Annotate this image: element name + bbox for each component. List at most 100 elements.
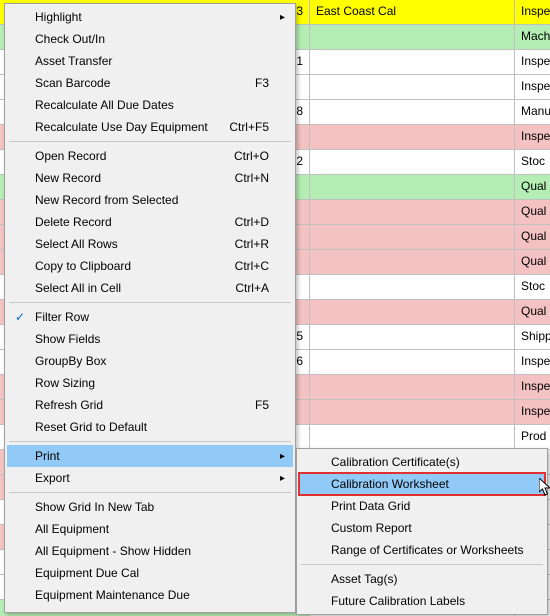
menu-item-label: Open Record xyxy=(35,149,234,163)
menu-item-highlight[interactable]: Highlight xyxy=(7,6,293,28)
grid-cell[interactable]: Inspe xyxy=(515,0,550,24)
grid-cell[interactable] xyxy=(310,425,515,449)
grid-cell[interactable] xyxy=(310,275,515,299)
menu-item-row-sizing[interactable]: Row Sizing xyxy=(7,372,293,394)
menu-item-all-equipment-show-hidden[interactable]: All Equipment - Show Hidden xyxy=(7,540,293,562)
menu-item-label: Check Out/In xyxy=(35,32,269,46)
grid-cell[interactable] xyxy=(310,175,515,199)
menu-separator xyxy=(9,492,291,493)
grid-cell[interactable] xyxy=(310,125,515,149)
menu-item-label: Show Grid In New Tab xyxy=(35,500,269,514)
menu-item-recalculate-all-due-dates[interactable]: Recalculate All Due Dates xyxy=(7,94,293,116)
menu-item-label: Print Data Grid xyxy=(331,499,521,513)
grid-cell[interactable] xyxy=(310,75,515,99)
menu-item-open-record[interactable]: Open RecordCtrl+O xyxy=(7,145,293,167)
submenu-item-calibration-certificate-s[interactable]: Calibration Certificate(s) xyxy=(299,451,545,473)
menu-item-groupby-box[interactable]: GroupBy Box xyxy=(7,350,293,372)
menu-item-scan-barcode[interactable]: Scan BarcodeF3 xyxy=(7,72,293,94)
grid-cell[interactable]: East Coast Cal xyxy=(310,0,515,24)
menu-separator xyxy=(9,141,291,142)
menu-item-asset-transfer[interactable]: Asset Transfer xyxy=(7,50,293,72)
grid-cell[interactable] xyxy=(310,350,515,374)
grid-cell[interactable] xyxy=(310,25,515,49)
menu-item-label: Refresh Grid xyxy=(35,398,255,412)
menu-item-label: Asset Tag(s) xyxy=(331,572,521,586)
grid-cell[interactable] xyxy=(310,300,515,324)
menu-item-label: Asset Transfer xyxy=(35,54,269,68)
menu-item-label: Calibration Certificate(s) xyxy=(331,455,521,469)
menu-item-label: All Equipment xyxy=(35,522,269,536)
submenu-item-custom-report[interactable]: Custom Report xyxy=(299,517,545,539)
menu-item-delete-record[interactable]: Delete RecordCtrl+D xyxy=(7,211,293,233)
grid-cell[interactable]: Inspe xyxy=(515,375,550,399)
menu-item-label: Filter Row xyxy=(35,310,269,324)
menu-item-all-equipment[interactable]: All Equipment xyxy=(7,518,293,540)
grid-cell[interactable]: Inspe xyxy=(515,75,550,99)
menu-item-label: Scan Barcode xyxy=(35,76,255,90)
menu-item-label: Copy to Clipboard xyxy=(35,259,235,273)
menu-item-label: Range of Certificates or Worksheets xyxy=(331,543,524,557)
grid-cell[interactable]: Qual xyxy=(515,175,550,199)
menu-item-refresh-grid[interactable]: Refresh GridF5 xyxy=(7,394,293,416)
grid-cell[interactable]: Qual xyxy=(515,200,550,224)
menu-item-equipment-maintenance-due[interactable]: Equipment Maintenance Due xyxy=(7,584,293,606)
grid-cell[interactable] xyxy=(310,225,515,249)
grid-cell[interactable]: Prod xyxy=(515,425,550,449)
menu-item-recalculate-use-day-equipment[interactable]: Recalculate Use Day EquipmentCtrl+F5 xyxy=(7,116,293,138)
grid-cell[interactable] xyxy=(310,150,515,174)
submenu-item-asset-tag-s[interactable]: Asset Tag(s) xyxy=(299,568,545,590)
grid-cell[interactable] xyxy=(310,200,515,224)
grid-cell[interactable] xyxy=(310,50,515,74)
grid-cell[interactable]: Inspe xyxy=(515,350,550,374)
grid-cell[interactable]: Manu xyxy=(515,100,550,124)
menu-item-label: Print xyxy=(35,449,269,463)
menu-item-accelerator: Ctrl+N xyxy=(235,171,269,185)
grid-cell[interactable]: Inspe xyxy=(515,125,550,149)
grid-cell[interactable] xyxy=(310,100,515,124)
grid-cell[interactable]: Stoc xyxy=(515,275,550,299)
submenu-item-future-calibration-labels[interactable]: Future Calibration Labels xyxy=(299,590,545,612)
menu-item-label: Reset Grid to Default xyxy=(35,420,269,434)
menu-item-export[interactable]: Export xyxy=(7,467,293,489)
grid-cell[interactable] xyxy=(310,250,515,274)
grid-cell[interactable]: Stoc xyxy=(515,150,550,174)
menu-item-filter-row[interactable]: Filter Row xyxy=(7,306,293,328)
menu-item-accelerator: F5 xyxy=(255,398,269,412)
menu-item-accelerator: Ctrl+D xyxy=(235,215,269,229)
menu-item-show-grid-in-new-tab[interactable]: Show Grid In New Tab xyxy=(7,496,293,518)
menu-item-accelerator: F3 xyxy=(255,76,269,90)
menu-item-label: Row Sizing xyxy=(35,376,269,390)
menu-item-label: New Record from Selected xyxy=(35,193,269,207)
menu-item-check-out-in[interactable]: Check Out/In xyxy=(7,28,293,50)
menu-item-new-record[interactable]: New RecordCtrl+N xyxy=(7,167,293,189)
submenu-item-calibration-worksheet[interactable]: Calibration Worksheet xyxy=(299,473,545,495)
submenu-item-range-of-certificates-or-worksheets[interactable]: Range of Certificates or Worksheets xyxy=(299,539,545,561)
menu-item-label: Recalculate All Due Dates xyxy=(35,98,269,112)
context-menu: Highlight Check Out/In Asset Transfer Scan … xyxy=(4,3,296,613)
grid-cell[interactable] xyxy=(310,325,515,349)
menu-item-copy-to-clipboard[interactable]: Copy to ClipboardCtrl+C xyxy=(7,255,293,277)
menu-item-accelerator: Ctrl+R xyxy=(235,237,269,251)
grid-cell[interactable]: Inspe xyxy=(515,50,550,74)
grid-cell[interactable]: Shipp xyxy=(515,325,550,349)
menu-item-label: Select All Rows xyxy=(35,237,235,251)
menu-item-equipment-due-cal[interactable]: Equipment Due Cal xyxy=(7,562,293,584)
menu-item-select-all-in-cell[interactable]: Select All in CellCtrl+A xyxy=(7,277,293,299)
grid-cell[interactable]: Qual xyxy=(515,225,550,249)
grid-cell[interactable]: Inspe xyxy=(515,400,550,424)
menu-item-select-all-rows[interactable]: Select All RowsCtrl+R xyxy=(7,233,293,255)
grid-cell[interactable]: Qual xyxy=(515,300,550,324)
menu-item-label: Custom Report xyxy=(331,521,521,535)
menu-item-print[interactable]: Print xyxy=(7,445,293,467)
grid-cell[interactable]: Mach xyxy=(515,25,550,49)
menu-item-label: GroupBy Box xyxy=(35,354,269,368)
print-submenu: Calibration Certificate(s) Calibration Wo… xyxy=(296,448,548,615)
menu-item-label: Recalculate Use Day Equipment xyxy=(35,120,229,134)
grid-cell[interactable] xyxy=(310,400,515,424)
submenu-item-print-data-grid[interactable]: Print Data Grid xyxy=(299,495,545,517)
menu-item-show-fields[interactable]: Show Fields xyxy=(7,328,293,350)
grid-cell[interactable]: Qual xyxy=(515,250,550,274)
grid-cell[interactable] xyxy=(310,375,515,399)
menu-item-new-record-from-selected[interactable]: New Record from Selected xyxy=(7,189,293,211)
menu-item-reset-grid-to-default[interactable]: Reset Grid to Default xyxy=(7,416,293,438)
